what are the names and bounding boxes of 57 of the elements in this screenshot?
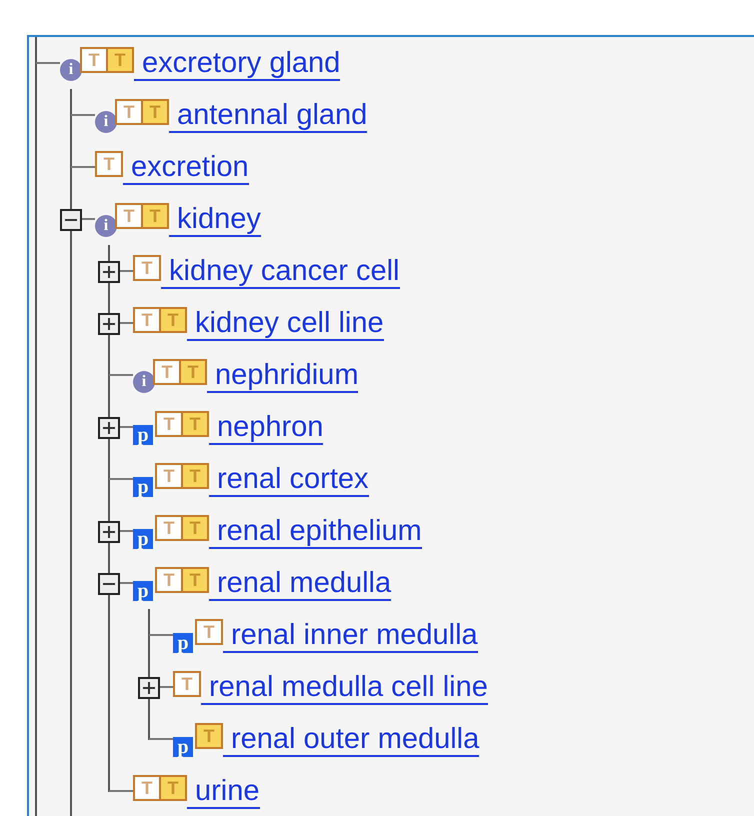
- collapse-toggle[interactable]: [60, 209, 82, 231]
- highlighted-term-icon[interactable]: T: [159, 307, 187, 333]
- info-badge-icon[interactable]: i: [95, 215, 117, 237]
- highlighted-term-icon[interactable]: T: [141, 203, 169, 229]
- term-icon[interactable]: T: [133, 255, 161, 281]
- highlighted-term-icon[interactable]: T: [179, 359, 207, 385]
- tree-node-link[interactable]: renal outer medulla: [223, 723, 480, 757]
- tree-node-link[interactable]: excretory gland: [134, 47, 340, 81]
- tree-node-link[interactable]: renal medulla: [209, 567, 392, 601]
- expand-toggle[interactable]: [98, 417, 120, 439]
- tree-node-link[interactable]: kidney cell line: [187, 307, 384, 341]
- info-badge-icon[interactable]: i: [95, 111, 117, 133]
- expand-toggle[interactable]: [138, 677, 160, 699]
- info-badge-icon[interactable]: i: [133, 371, 155, 393]
- expand-toggle[interactable]: [98, 521, 120, 543]
- tree-node-link[interactable]: excretion: [123, 151, 249, 185]
- highlighted-term-icon[interactable]: T: [195, 723, 223, 749]
- term-icon[interactable]: T: [155, 463, 183, 489]
- expand-toggle[interactable]: [98, 313, 120, 335]
- collapse-toggle[interactable]: [98, 573, 120, 595]
- protein-badge-icon[interactable]: p: [133, 529, 153, 549]
- protein-badge-icon[interactable]: p: [133, 425, 153, 445]
- tree-node-link[interactable]: nephron: [209, 411, 324, 445]
- term-icon[interactable]: T: [80, 47, 108, 73]
- tree-node-link[interactable]: renal cortex: [209, 463, 369, 497]
- highlighted-term-icon[interactable]: T: [181, 515, 209, 541]
- protein-badge-icon[interactable]: p: [173, 633, 193, 653]
- term-icon[interactable]: T: [95, 151, 123, 177]
- highlighted-term-icon[interactable]: T: [159, 775, 187, 801]
- highlighted-term-icon[interactable]: T: [141, 99, 169, 125]
- protein-badge-icon[interactable]: p: [133, 581, 153, 601]
- term-icon[interactable]: T: [155, 515, 183, 541]
- info-badge-icon[interactable]: i: [60, 59, 82, 81]
- term-icon[interactable]: T: [133, 307, 161, 333]
- term-icon[interactable]: T: [115, 99, 143, 125]
- tree-node-link[interactable]: renal inner medulla: [223, 619, 478, 653]
- term-icon[interactable]: T: [133, 775, 161, 801]
- tree-node-link[interactable]: nephridium: [207, 359, 358, 393]
- tree-node-link[interactable]: kidney: [169, 203, 261, 237]
- term-icon[interactable]: T: [115, 203, 143, 229]
- tree-node-link[interactable]: kidney cancer cell: [161, 255, 400, 289]
- highlighted-term-icon[interactable]: T: [181, 411, 209, 437]
- highlighted-term-icon[interactable]: T: [106, 47, 134, 73]
- highlighted-term-icon[interactable]: T: [181, 463, 209, 489]
- term-icon[interactable]: T: [173, 671, 201, 697]
- protein-badge-icon[interactable]: p: [173, 737, 193, 757]
- term-icon[interactable]: T: [155, 567, 183, 593]
- term-icon[interactable]: T: [153, 359, 181, 385]
- protein-badge-icon[interactable]: p: [133, 477, 153, 497]
- tree-node-link[interactable]: urine: [187, 775, 260, 809]
- tree-node-link[interactable]: renal epithelium: [209, 515, 422, 549]
- tree-node-link[interactable]: antennal gland: [169, 99, 368, 133]
- highlighted-term-icon[interactable]: T: [181, 567, 209, 593]
- tree-node-link[interactable]: renal medulla cell line: [201, 671, 488, 705]
- term-icon[interactable]: T: [155, 411, 183, 437]
- term-icon[interactable]: T: [195, 619, 223, 645]
- expand-toggle[interactable]: [98, 261, 120, 283]
